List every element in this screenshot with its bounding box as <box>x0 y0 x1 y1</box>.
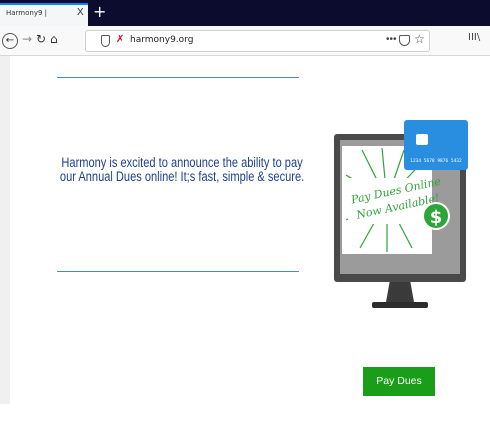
shield-icon[interactable] <box>101 35 110 47</box>
pay-dues-illustration: Pay Dues Online Now Available! $ 1234 56… <box>334 120 468 308</box>
tab-bar: Harmony9 | X + <box>0 0 490 26</box>
close-tab-icon[interactable]: X <box>77 7 84 18</box>
navigation-bar: ← → ↻ ⌂ ✗ harmony9.org ••• ☆ III\ <box>0 26 490 56</box>
bookmark-star-icon[interactable]: ☆ <box>414 32 425 46</box>
monitor-base <box>372 302 428 308</box>
reload-icon[interactable]: ↻ <box>36 32 46 46</box>
home-icon[interactable]: ⌂ <box>50 32 58 46</box>
tab-title: Harmony9 | <box>6 9 48 17</box>
browser-tab[interactable]: Harmony9 | X <box>0 3 88 26</box>
pocket-icon[interactable] <box>399 35 410 46</box>
left-edge-strip <box>0 56 10 404</box>
address-bar[interactable]: ✗ harmony9.org ••• ☆ <box>85 30 430 52</box>
monitor-stand <box>386 280 414 302</box>
announcement-text: Harmony is excited to announce the abili… <box>59 155 305 184</box>
forward-icon[interactable]: → <box>22 32 32 46</box>
new-tab-button[interactable]: + <box>93 2 106 21</box>
card-number: 1234 5678 9876 5432 <box>410 158 462 164</box>
insecure-lock-icon[interactable]: ✗ <box>116 34 124 45</box>
dollar-sign: $ <box>430 207 443 228</box>
bottom-divider <box>57 271 299 272</box>
page-actions-icon[interactable]: ••• <box>386 34 397 45</box>
pay-dues-button[interactable]: Pay Dues Now! <box>363 367 435 416</box>
back-icon[interactable]: ← <box>2 33 18 49</box>
url-text[interactable]: harmony9.org <box>130 35 193 45</box>
top-divider <box>57 77 299 78</box>
library-icon[interactable]: III\ <box>468 32 480 43</box>
card-chip <box>416 134 428 145</box>
